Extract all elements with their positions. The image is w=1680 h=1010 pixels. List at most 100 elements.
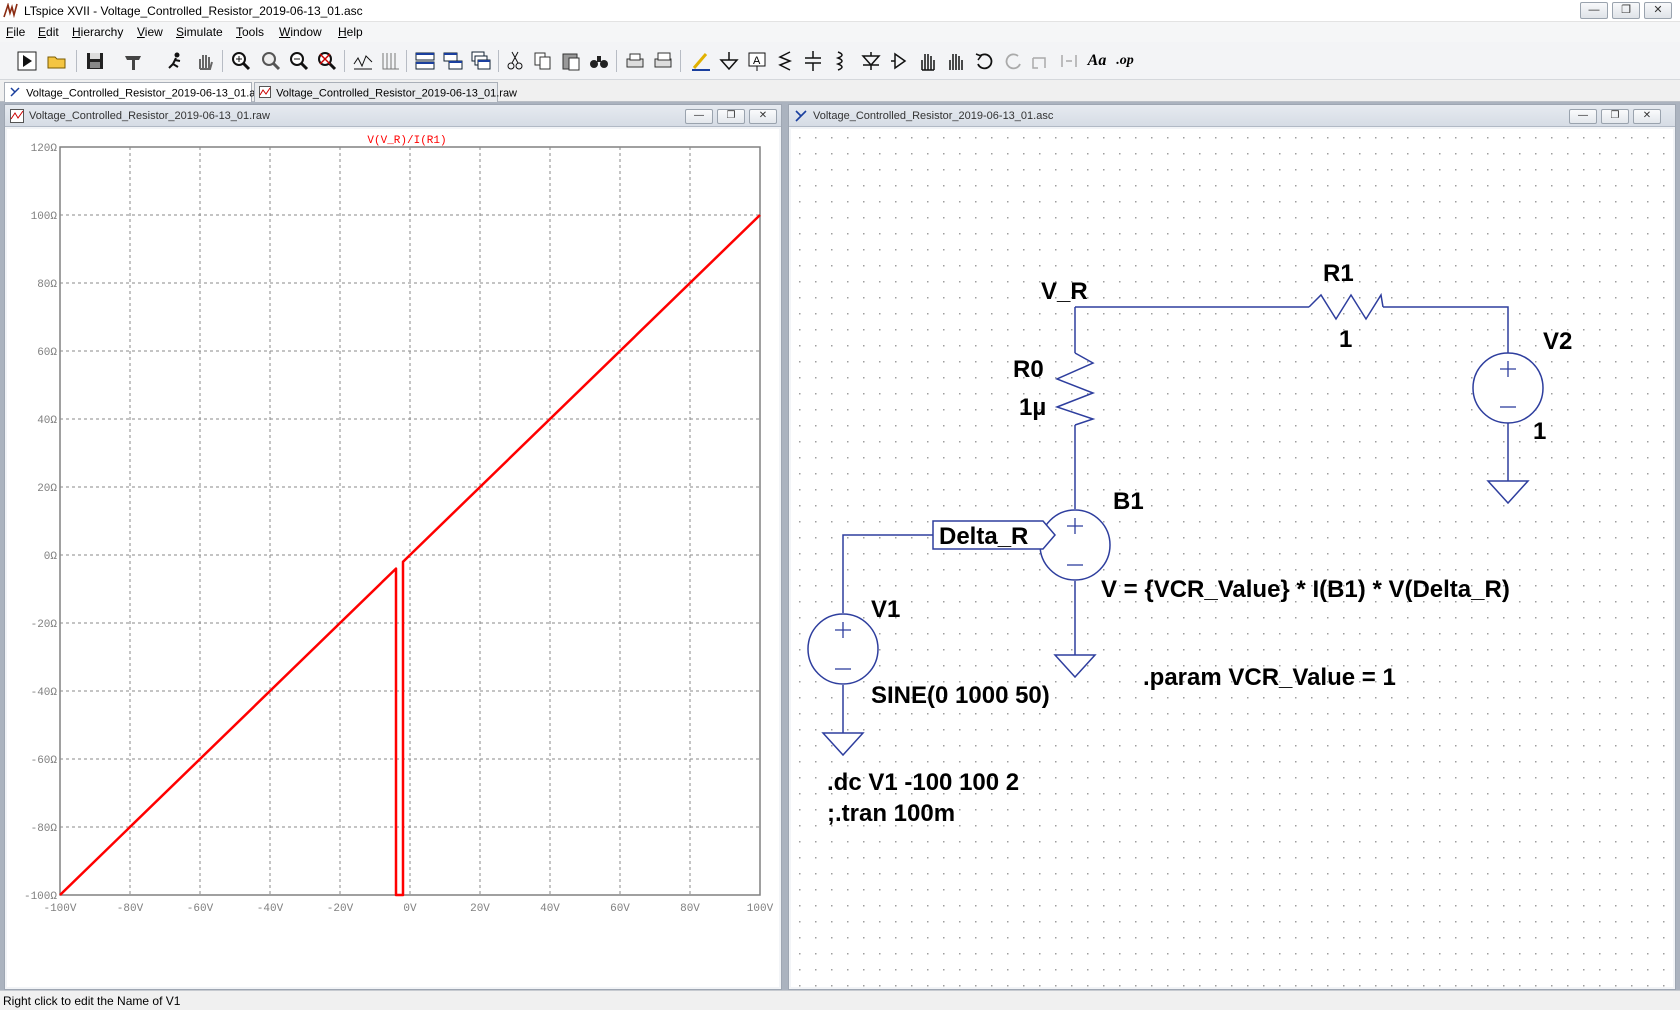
x-tick-label: -60V [187,903,214,915]
copy-icon[interactable] [530,48,556,74]
schematic-grid [791,129,1673,987]
resistor-icon[interactable] [772,48,798,74]
trace-label[interactable]: V(V_R)/I(R1) [367,135,446,147]
v1-value[interactable]: SINE(0 1000 50) [871,682,1050,709]
waveform-window-titlebar[interactable]: Voltage_Controlled_Resistor_2019-06-13_0… [5,105,781,127]
close-button[interactable]: ✕ [1644,2,1672,19]
b1-source-icon[interactable] [1039,509,1111,581]
tile-vertical-icon[interactable] [412,48,438,74]
v1-source-icon[interactable] [807,613,879,685]
menu-window[interactable]: Window [279,25,322,39]
grid-icon[interactable] [378,48,404,74]
tab-schematic[interactable]: Voltage_Controlled_Resistor_2019-06-13_0… [4,82,266,102]
y-tick-label: -100Ω [24,891,57,903]
restore-button[interactable]: ❐ [1601,109,1629,124]
find-icon[interactable] [586,48,612,74]
y-tick-label: -20Ω [31,619,58,631]
toolbar: A Aa .op [0,42,1680,80]
menu-edit[interactable]: Edit [38,25,59,39]
y-axis-ticks: 120Ω 100Ω 80Ω 60Ω 40Ω 20Ω 0Ω -20Ω -40Ω -60Ω -80Ω -1… [24,143,57,903]
diode-icon[interactable] [858,48,884,74]
minimize-button[interactable]: — [685,109,713,124]
paste-icon[interactable] [558,48,584,74]
component-icon[interactable] [886,48,912,74]
svg-text:A: A [753,55,761,67]
restore-button[interactable]: ❐ [717,109,745,124]
y-tick-label: 40Ω [37,415,57,427]
label-icon[interactable]: A [744,48,770,74]
param-directive[interactable]: .param VCR_Value = 1 [1143,664,1396,691]
menu-view[interactable]: View [137,25,163,39]
cascade-icon[interactable] [468,48,494,74]
r1-name[interactable]: R1 [1323,260,1354,287]
document-tab-bar: Voltage_Controlled_Resistor_2019-06-13_0… [0,80,1680,102]
x-tick-label: 100V [747,903,774,915]
restore-button[interactable]: ❐ [1612,2,1640,19]
schematic-canvas[interactable]: V_R R1 1 R0 1µ V2 1 B1 Delta_R V = {VCR_… [791,129,1673,987]
x-tick-label: 0V [403,903,417,915]
pan-icon[interactable] [192,48,218,74]
redo-icon[interactable] [1000,48,1026,74]
tab-waveform[interactable]: Voltage_Controlled_Resistor_2019-06-13_0… [254,82,517,102]
spice-directive-icon[interactable]: .op [1112,48,1138,74]
zoom-out-icon[interactable] [258,48,284,74]
b1-name[interactable]: B1 [1113,488,1144,515]
x-tick-label: 80V [680,903,700,915]
minimize-button[interactable]: — [1580,2,1608,19]
waveform-plot[interactable]: V(V_R)/I(R1) 120Ω 100Ω 80Ω 60Ω 40Ω 20Ω 0Ω -20Ω -… [7,129,779,987]
tran-directive[interactable]: ;.tran 100m [827,800,955,827]
waveform-autorange-icon[interactable] [350,48,376,74]
y-tick-label: 100Ω [31,211,58,223]
menu-bar: File Edit Hierarchy View Simulate Tools … [0,22,1680,42]
close-button[interactable]: ✕ [749,109,777,124]
r0-name[interactable]: R0 [1013,356,1044,383]
rotate-icon[interactable] [1028,48,1054,74]
window-title: LTspice XVII - Voltage_Controlled_Resist… [24,4,363,18]
net-label-vr[interactable]: V_R [1041,278,1088,305]
undo-icon[interactable] [972,48,998,74]
b1-expression[interactable]: V = {VCR_Value} * I(B1) * V(Delta_R) [1101,576,1510,603]
text-icon[interactable]: Aa [1084,48,1110,74]
waveform-plot-area[interactable]: V(V_R)/I(R1) 120Ω 100Ω 80Ω 60Ω 40Ω 20Ω 0Ω -20Ω -… [7,129,779,987]
x-tick-label: 40V [540,903,560,915]
move-icon[interactable] [914,48,940,74]
menu-file[interactable]: File [6,25,25,39]
zoom-in-icon[interactable] [228,48,254,74]
print-icon[interactable] [622,48,648,74]
menu-tools[interactable]: Tools [236,25,264,39]
v2-name[interactable]: V2 [1543,328,1572,355]
run-icon[interactable] [14,48,40,74]
v2-source-icon[interactable] [1472,352,1544,424]
v2-value[interactable]: 1 [1533,418,1546,445]
r1-value[interactable]: 1 [1339,326,1352,353]
capacitor-icon[interactable] [800,48,826,74]
open-icon[interactable] [44,48,70,74]
wire-icon[interactable] [688,48,714,74]
close-button[interactable]: ✕ [1633,109,1661,124]
v1-name[interactable]: V1 [871,596,900,623]
inductor-icon[interactable] [828,48,854,74]
drag-icon[interactable] [942,48,968,74]
autorange-icon[interactable] [162,48,188,74]
menu-hierarchy[interactable]: Hierarchy [72,25,123,39]
dc-directive[interactable]: .dc V1 -100 100 2 [827,769,1019,796]
schematic-drawing[interactable]: V_R R1 1 R0 1µ V2 1 B1 Delta_R V = {VCR_… [791,129,1673,987]
cut-icon[interactable] [502,48,528,74]
menu-help[interactable]: Help [338,25,363,39]
ground-icon[interactable] [716,48,742,74]
save-icon[interactable] [82,48,108,74]
schematic-window: Voltage_Controlled_Resistor_2019-06-13_0… [788,104,1676,990]
menu-simulate[interactable]: Simulate [176,25,223,39]
schematic-window-titlebar[interactable]: Voltage_Controlled_Resistor_2019-06-13_0… [789,105,1675,127]
y-tick-label: 0Ω [44,551,58,563]
delta-r-label[interactable]: Delta_R [939,523,1028,550]
x-tick-label: 60V [610,903,630,915]
minimize-button[interactable]: — [1569,109,1597,124]
tile-horizontal-icon[interactable] [440,48,466,74]
control-panel-icon[interactable] [120,48,146,74]
r0-value[interactable]: 1µ [1019,394,1046,421]
zoom-back-icon[interactable] [286,48,312,74]
zoom-extents-icon[interactable] [314,48,340,74]
mirror-icon[interactable] [1056,48,1082,74]
print-preview-icon[interactable] [650,48,676,74]
